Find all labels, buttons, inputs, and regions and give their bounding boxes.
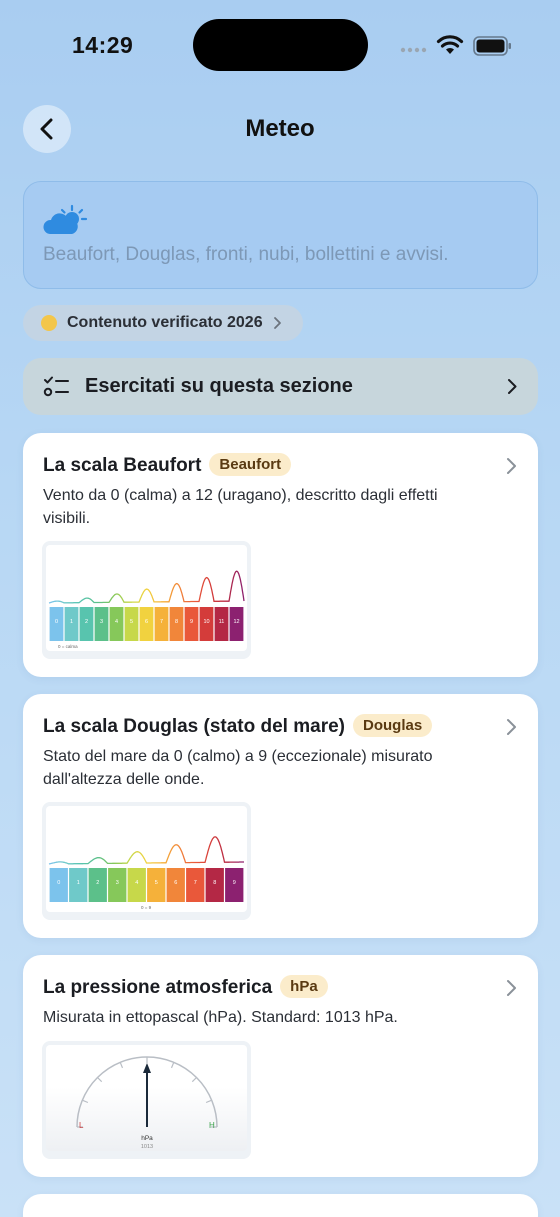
card-badge: hPa [280,975,328,998]
pressure-gauge-illustration: L H hPa 1013 [76,1056,218,1150]
topic-card-beaufort[interactable]: La scala Beaufort Beaufort Vento da 0 (ca… [23,433,538,677]
gauge-value: 1013 [141,1144,153,1150]
topic-card-next[interactable] [23,1194,538,1217]
wave-line [48,836,244,865]
scale-block-label: 2 [96,880,99,886]
scale-block-label: 7 [160,619,163,625]
chevron-right-icon [507,719,516,735]
practice-label: Esercitati su questa sezione [85,375,353,397]
scale-block-label: 4 [115,619,118,625]
scale-block-label: 2 [85,619,88,625]
wifi-icon [436,35,464,54]
chevron-right-icon [508,379,517,394]
scale-block-label: 0 [55,619,58,625]
scale-block-label: 6 [174,880,177,886]
scale-block-label: 8 [213,880,216,886]
beaufort-scale-thumbnail: 0 1 2 3 4 5 6 7 8 9 10 11 12 0 = calma [42,541,251,659]
gauge-tick [170,1062,175,1069]
scale-block-label: 9 [190,619,193,625]
card-description: Stato del mare da 0 (calmo) a 9 (eccezio… [43,748,433,788]
scale-block-label: 3 [116,880,119,886]
topic-card-pressure[interactable]: La pressione atmosferica hPa Misurata in … [23,955,538,1177]
scale-block-label: 11 [219,619,225,625]
gauge-low-label: L [79,1121,84,1130]
scale-block-label: 6 [145,619,148,625]
status-time: 14:29 [72,32,134,58]
page-title: Meteo [245,115,315,142]
gauge-tick [205,1099,212,1104]
scale-block-label: 8 [175,619,178,625]
scale-caption: 0 = 9 [141,905,152,910]
card-title: La scala Douglas (stato del mare) [43,716,345,737]
navigation-bar: Meteo [0,100,560,158]
gauge-high-label: H [209,1121,215,1130]
scale-block-label: 10 [203,619,209,625]
scale-block-label: 4 [135,880,138,886]
card-description: Misurata in ettopascal (hPa). Standard: … [43,1009,398,1026]
douglas-scale-illustration: 0 1 2 3 4 5 6 7 8 9 0 = 9 [48,836,244,910]
checklist-icon [43,376,69,397]
card-badge: Douglas [353,714,433,737]
scale-block-label: 7 [194,880,197,886]
battery-icon [473,36,511,56]
verified-label: Contenuto verificato 2026 [67,314,263,331]
gauge-tick [82,1099,89,1104]
chevron-right-icon [507,980,516,996]
gauge-tick [119,1062,124,1069]
scale-caption: 0 = calma [58,644,78,649]
practice-section-button[interactable]: Esercitati su questa sezione [23,358,538,415]
scale-block-label: 1 [70,619,73,625]
topic-card-douglas[interactable]: La scala Douglas (stato del mare) Douglas… [23,694,538,938]
scale-block-label: 0 [57,880,60,886]
scale-block-label: 5 [130,619,133,625]
card-title: La scala Beaufort [43,455,202,476]
verified-dot-icon [41,315,57,331]
pressure-gauge-thumbnail: L H hPa 1013 [42,1041,251,1159]
chevron-right-icon [507,458,516,474]
partly-cloudy-icon [43,204,88,234]
verified-content-chip[interactable]: Contenuto verificato 2026 [23,305,303,341]
chevron-right-icon [273,317,281,329]
dynamic-island [193,19,368,71]
card-badge: Beaufort [209,453,292,476]
scale-block-label: 5 [155,880,158,886]
card-title: La pressione atmosferica [43,977,273,998]
gauge-tick [97,1077,103,1083]
scale-block-label: 12 [233,619,239,625]
beaufort-scale-illustration: 0 1 2 3 4 5 6 7 8 9 10 11 120 = calma [48,570,245,649]
scale-block-label: 9 [233,880,236,886]
section-intro-card: Beaufort, Douglas, fronti, nubi, bollett… [23,181,538,289]
cellular-signal-icon [400,47,427,53]
gauge-unit: hPa [141,1135,153,1142]
wave-line [48,570,245,604]
scale-block-label: 1 [77,880,80,886]
scale-block-label: 3 [100,619,103,625]
section-description: Beaufort, Douglas, fronti, nubi, bollett… [43,244,449,265]
status-bar: 14:29 [0,0,560,90]
gauge-tick [191,1077,197,1083]
card-description: Vento da 0 (calma) a 12 (uragano), descr… [43,487,438,527]
douglas-scale-thumbnail: 0 1 2 3 4 5 6 7 8 9 0 = 9 [42,802,251,920]
